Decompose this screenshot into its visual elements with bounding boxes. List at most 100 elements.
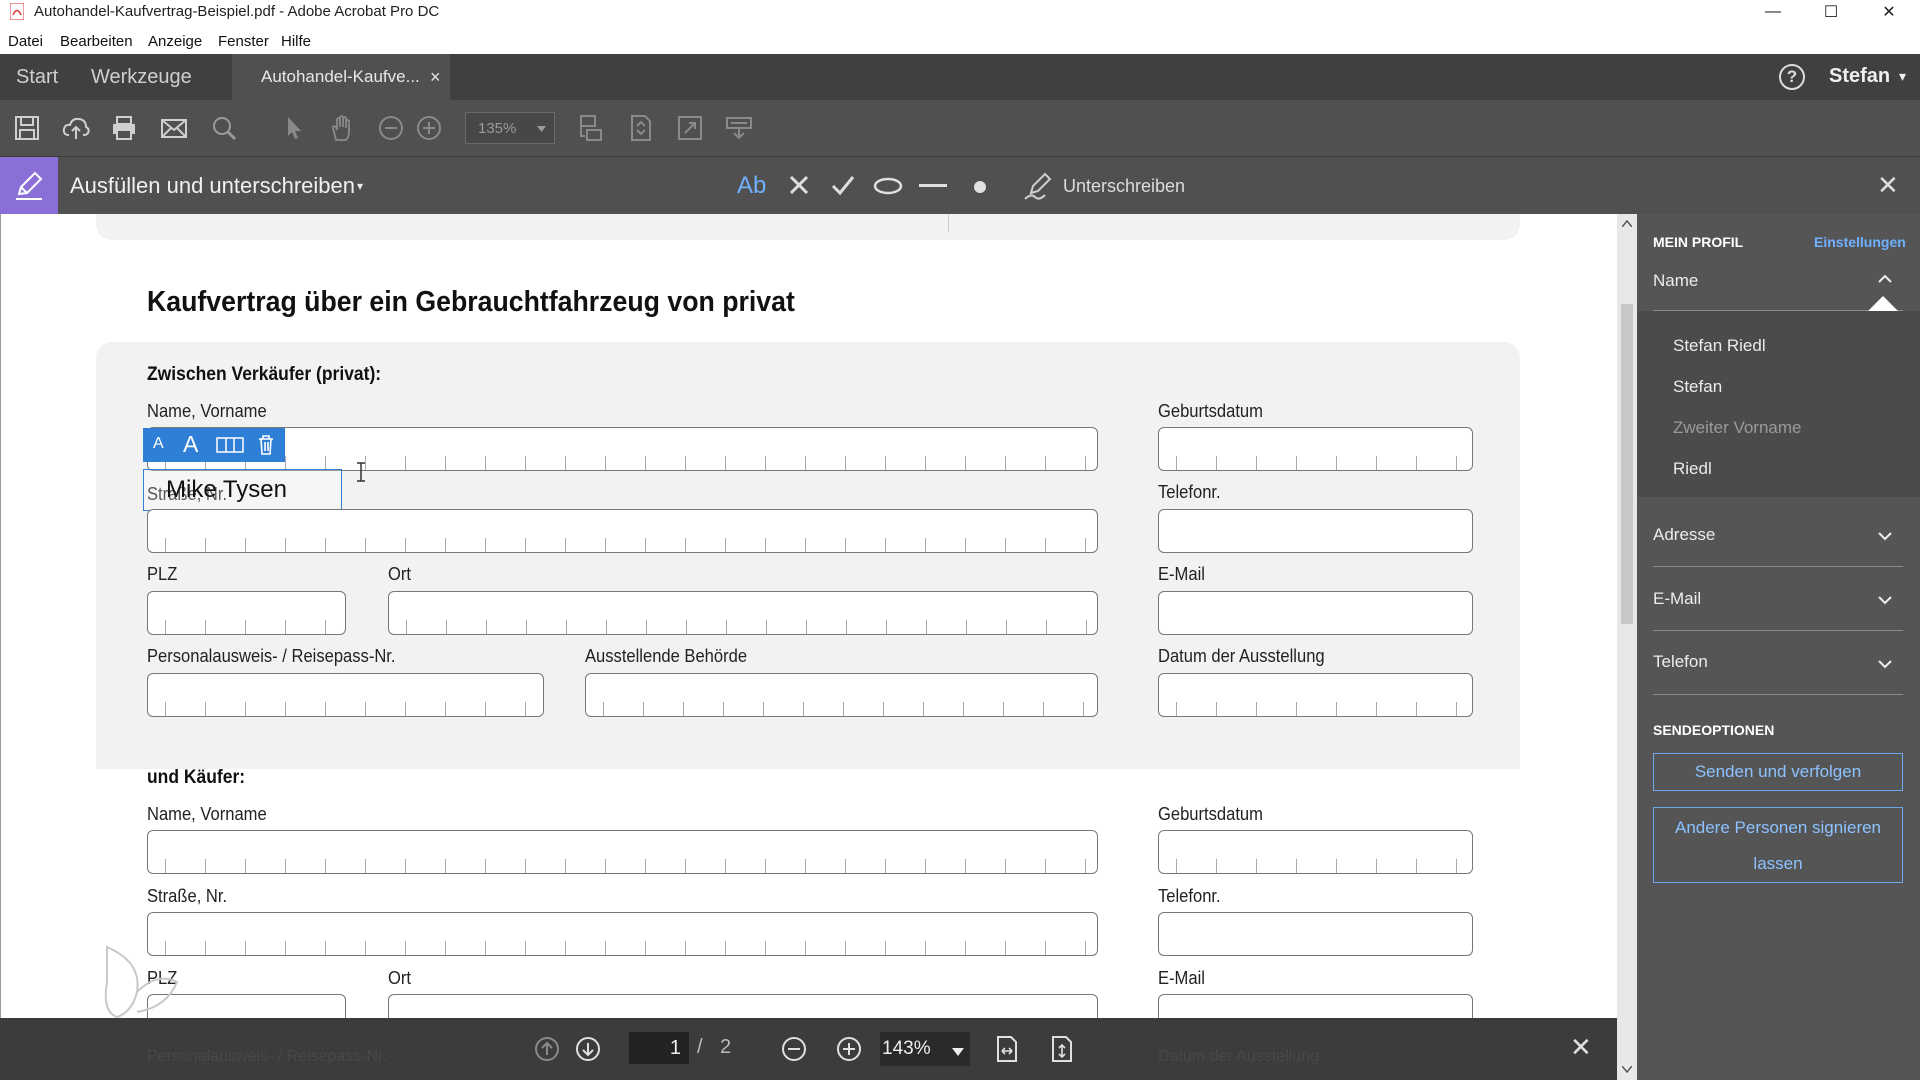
- buyer-email-field[interactable]: [1158, 994, 1473, 1018]
- request-signatures-label-line2: lassen: [1753, 854, 1803, 873]
- maximize-button[interactable]: ☐: [1802, 0, 1860, 24]
- seller-street-field[interactable]: [147, 509, 1098, 553]
- zoom-level-input[interactable]: 143%: [880, 1032, 970, 1066]
- line-icon[interactable]: [919, 184, 947, 190]
- user-menu[interactable]: Stefan: [1829, 65, 1890, 88]
- search-icon[interactable]: [210, 114, 238, 142]
- fit-page-icon[interactable]: [627, 114, 655, 142]
- page-layout-icon[interactable]: [577, 114, 605, 142]
- buyer-phone-field[interactable]: [1158, 912, 1473, 956]
- buyer-birth-field[interactable]: [1158, 830, 1473, 874]
- dot-icon[interactable]: [972, 179, 988, 195]
- next-page-icon[interactable]: [574, 1035, 602, 1063]
- menu-hilfe[interactable]: Hilfe: [281, 33, 311, 50]
- zoom-in-icon[interactable]: [835, 1035, 863, 1063]
- fill-sign-tool-icon[interactable]: [0, 157, 58, 215]
- user-menu-caret-icon[interactable]: ▾: [1899, 68, 1906, 85]
- increase-text-size-button[interactable]: A: [183, 431, 198, 458]
- scroll-up-icon[interactable]: [1622, 220, 1632, 227]
- chevron-down-icon[interactable]: [1878, 659, 1892, 669]
- previous-page-icon[interactable]: [533, 1035, 561, 1063]
- seller-id-field[interactable]: [147, 673, 544, 717]
- window-title: Autohandel-Kaufvertrag-Beispiel.pdf - Ad…: [34, 3, 440, 20]
- save-icon[interactable]: [13, 114, 41, 142]
- zoom-out-icon[interactable]: [377, 114, 405, 142]
- read-mode-icon[interactable]: [725, 114, 753, 142]
- cross-mark-icon[interactable]: [788, 174, 810, 196]
- zoom-in-icon[interactable]: [415, 114, 443, 142]
- trash-icon[interactable]: [257, 434, 275, 456]
- zoom-out-icon[interactable]: [780, 1035, 808, 1063]
- seller-name-field[interactable]: [147, 427, 1098, 471]
- select-pointer-icon[interactable]: [280, 114, 308, 142]
- seller-issue-date-field[interactable]: [1158, 673, 1473, 717]
- tab-tools[interactable]: Werkzeuge: [91, 54, 192, 100]
- chevron-up-icon[interactable]: [1878, 274, 1892, 284]
- label-zip: PLZ: [147, 564, 178, 584]
- name-value-middle[interactable]: Zweiter Vorname: [1673, 418, 1802, 438]
- name-list-pointer-icon: [1868, 296, 1898, 311]
- buyer-street-field[interactable]: [147, 912, 1098, 956]
- settings-link[interactable]: Einstellungen: [1814, 234, 1906, 250]
- seller-zip-field[interactable]: [147, 591, 346, 635]
- ellipse-icon[interactable]: [873, 176, 903, 196]
- vertical-scrollbar[interactable]: [1617, 214, 1637, 1080]
- name-value-full[interactable]: Stefan Riedl: [1673, 336, 1766, 356]
- menu-fenster[interactable]: Fenster: [218, 33, 269, 50]
- comb-field-icon[interactable]: [216, 437, 244, 453]
- sign-button[interactable]: Unterschreiben: [1063, 176, 1185, 197]
- close-tab-button[interactable]: ×: [430, 54, 441, 100]
- email-section-toggle[interactable]: E-Mail: [1653, 589, 1701, 609]
- address-section-toggle[interactable]: Adresse: [1653, 525, 1715, 545]
- label-id: Personalausweis- / Reisepass-Nr.: [147, 646, 396, 666]
- scrollbar-thumb[interactable]: [1621, 304, 1633, 624]
- menu-anzeige[interactable]: Anzeige: [148, 33, 202, 50]
- request-signatures-button[interactable]: Andere Personen signieren lassen: [1653, 807, 1903, 883]
- checkmark-icon[interactable]: [830, 174, 856, 196]
- chevron-down-icon[interactable]: [1878, 531, 1892, 541]
- menu-datei[interactable]: Datei: [8, 33, 43, 50]
- add-text-tool[interactable]: Ab: [737, 172, 766, 200]
- mail-icon[interactable]: [160, 114, 188, 142]
- typed-text-box[interactable]: Mike Tysen: [143, 469, 342, 511]
- phone-section-toggle[interactable]: Telefon: [1653, 652, 1708, 672]
- hand-icon[interactable]: [328, 114, 356, 142]
- zoom-dropdown-caret-icon[interactable]: [952, 1048, 964, 1056]
- name-value-first[interactable]: Stefan: [1673, 377, 1722, 397]
- buyer-name-field[interactable]: [147, 830, 1098, 874]
- seller-city-field[interactable]: [388, 591, 1098, 635]
- print-icon[interactable]: [110, 114, 138, 142]
- send-and-track-button[interactable]: Senden und verfolgen: [1653, 753, 1903, 791]
- menu-bar: Datei Bearbeiten Anzeige Fenster Hilfe: [0, 30, 1920, 54]
- seller-birth-field[interactable]: [1158, 427, 1473, 471]
- full-screen-icon[interactable]: [676, 114, 704, 142]
- sign-pen-icon[interactable]: [1023, 171, 1053, 201]
- minimize-button[interactable]: —: [1744, 0, 1802, 24]
- close-window-button[interactable]: ✕: [1860, 0, 1918, 24]
- close-navigation-button[interactable]: ✕: [1570, 1032, 1592, 1063]
- seller-phone-field[interactable]: [1158, 509, 1473, 553]
- fit-page-icon[interactable]: [1048, 1035, 1076, 1063]
- tab-document[interactable]: Autohandel-Kaufve... ×: [232, 54, 450, 100]
- fit-width-icon[interactable]: [993, 1035, 1021, 1063]
- fill-sign-title[interactable]: Ausfüllen und unterschreiben: [70, 173, 355, 199]
- menu-bearbeiten[interactable]: Bearbeiten: [60, 33, 133, 50]
- page-number-input[interactable]: 1: [629, 1032, 689, 1064]
- close-fill-sign-button[interactable]: ✕: [1877, 170, 1899, 201]
- document-viewport[interactable]: Kaufvertrag über ein Gebrauchtfahrzeug v…: [0, 214, 1617, 1018]
- name-section-toggle[interactable]: Name: [1653, 271, 1698, 291]
- buyer-city-field[interactable]: [388, 994, 1098, 1018]
- seller-authority-field[interactable]: [585, 673, 1098, 717]
- fill-sign-menu-caret-icon[interactable]: ▾: [357, 179, 363, 193]
- chevron-down-icon[interactable]: [1878, 595, 1892, 605]
- seller-email-field[interactable]: [1158, 591, 1473, 635]
- help-icon[interactable]: ?: [1779, 64, 1805, 90]
- scroll-down-icon[interactable]: [1622, 1066, 1632, 1073]
- document-heading: Kaufvertrag über ein Gebrauchtfahrzeug v…: [147, 286, 795, 318]
- zoom-level-select[interactable]: 135%: [465, 112, 555, 144]
- decrease-text-size-button[interactable]: A: [153, 435, 164, 453]
- tab-start[interactable]: Start: [16, 54, 58, 100]
- name-value-last[interactable]: Riedl: [1673, 459, 1712, 479]
- cloud-upload-icon[interactable]: [62, 114, 90, 142]
- typed-text[interactable]: Mike Tysen: [166, 476, 287, 504]
